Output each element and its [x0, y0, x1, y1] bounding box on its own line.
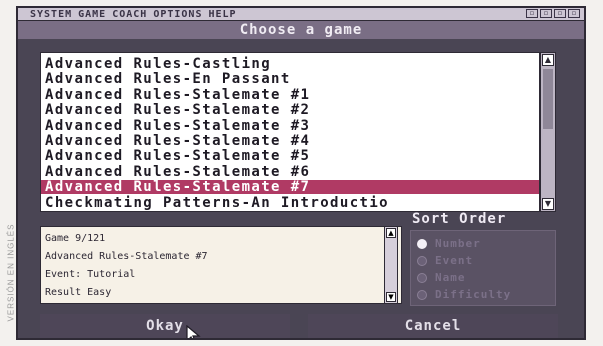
game-list-item[interactable]: Advanced Rules-Stalemate #2	[45, 103, 310, 117]
radio-icon[interactable]	[417, 238, 427, 249]
menu-coach[interactable]: COACH	[112, 9, 147, 20]
mouse-pointer-icon	[186, 325, 201, 338]
menu-options[interactable]: OPTIONS	[153, 9, 202, 20]
game-list-item[interactable]: Advanced Rules-Stalemate #4	[45, 134, 310, 148]
sort-option-name[interactable]: Name	[417, 271, 466, 284]
sort-order-label: Sort Order	[412, 211, 507, 227]
app-screen: SYSTEM GAME COACH OPTIONS HELP ▫ ▫ ▫ ▫ C…	[16, 6, 586, 340]
scroll-up-icon[interactable]: ▲	[386, 228, 396, 238]
sort-option-label: Event	[435, 254, 474, 267]
okay-button-label: Okay	[146, 318, 184, 334]
window-button-icon[interactable]: ▫	[540, 9, 552, 18]
game-list-item[interactable]: Advanced Rules-Castling	[45, 57, 271, 71]
sort-option-label: Number	[435, 237, 481, 250]
game-list-item[interactable]: Advanced Rules-Stalemate #5	[45, 149, 310, 163]
game-list[interactable]: Advanced Rules-Castling Advanced Rules-En…	[40, 52, 540, 212]
radio-icon[interactable]	[417, 289, 427, 300]
info-game-number: Game 9/121	[45, 233, 106, 244]
menu-game[interactable]: GAME	[78, 9, 106, 20]
dialog-title-bar: Choose a game	[18, 21, 584, 39]
cancel-button[interactable]: Cancel	[308, 314, 558, 338]
info-event: Event: Tutorial	[45, 269, 136, 280]
menu-bar: SYSTEM GAME COACH OPTIONS HELP ▫ ▫ ▫ ▫	[18, 8, 584, 21]
sort-option-difficulty[interactable]: Difficulty	[417, 288, 511, 301]
scroll-thumb[interactable]	[543, 69, 553, 129]
info-scrollbar[interactable]: ▲ ▼	[384, 226, 398, 304]
game-list-item[interactable]: Advanced Rules-Stalemate #1	[45, 88, 310, 102]
window-button-icon[interactable]: ▫	[568, 9, 580, 18]
sort-option-label: Difficulty	[435, 288, 512, 301]
window-button-icon[interactable]: ▫	[526, 9, 538, 18]
dialog-title: Choose a game	[239, 22, 363, 38]
game-list-item[interactable]: Advanced Rules-Stalemate #6	[45, 165, 310, 179]
menu-system[interactable]: SYSTEM	[30, 9, 72, 20]
cancel-button-label: Cancel	[404, 318, 462, 334]
info-game-name: Advanced Rules-Stalemate #7	[45, 251, 208, 262]
sort-option-number[interactable]: Number	[417, 237, 481, 250]
radio-icon[interactable]	[417, 272, 427, 283]
menu-help[interactable]: HELP	[208, 9, 236, 20]
sort-option-event[interactable]: Event	[417, 254, 473, 267]
okay-button[interactable]: Okay	[40, 314, 290, 338]
game-list-item[interactable]: Advanced Rules-Stalemate #3	[45, 119, 310, 133]
sort-order-panel: Number Event Name Difficulty	[410, 230, 556, 306]
radio-icon[interactable]	[417, 255, 427, 266]
window-controls: ▫ ▫ ▫ ▫	[526, 9, 580, 18]
window-button-icon[interactable]: ▫	[554, 9, 566, 18]
game-list-item[interactable]: Checkmating Patterns-An Introductio	[45, 196, 389, 210]
scroll-down-icon[interactable]: ▼	[386, 292, 396, 302]
scroll-up-icon[interactable]: ▲	[542, 54, 554, 66]
scroll-down-icon[interactable]: ▼	[542, 198, 554, 210]
sort-option-label: Name	[435, 271, 466, 284]
game-list-scrollbar[interactable]: ▲ ▼	[540, 52, 556, 212]
info-result: Result Easy	[45, 287, 112, 298]
game-info-box: Game 9/121 Advanced Rules-Stalemate #7 E…	[40, 226, 402, 304]
game-list-item-selected[interactable]: Advanced Rules-Stalemate #7	[41, 180, 539, 195]
side-caption: VERSIÓN EN INGLÉS	[6, 223, 16, 322]
game-list-item[interactable]: Advanced Rules-En Passant	[45, 72, 291, 86]
